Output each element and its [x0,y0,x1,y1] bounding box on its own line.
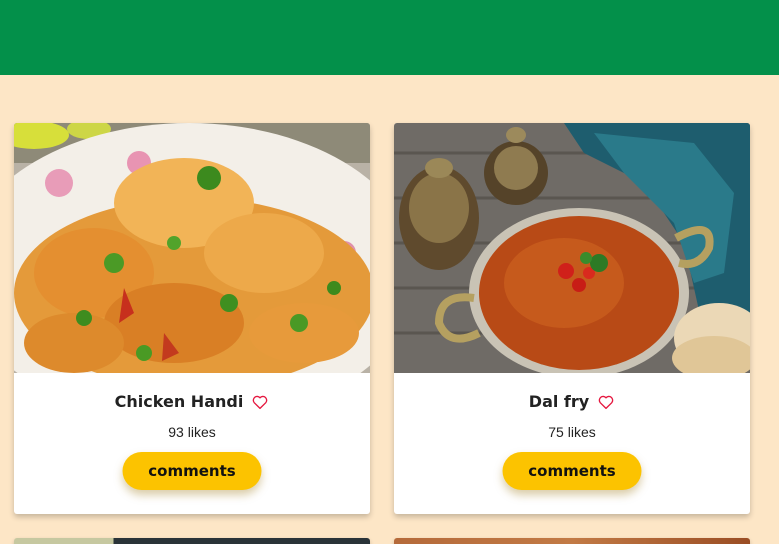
likes-count: 93 likes [168,424,216,440]
dal-fry-photo[interactable] [394,123,750,373]
recipe-title: Chicken Handi [114,392,244,411]
recipe-card-partial [14,538,370,544]
recipe-card: Dal fry 75 likes comments [394,123,750,514]
comments-button[interactable]: comments [122,452,262,490]
chicken-handi-photo[interactable] [14,123,370,373]
recipe-title: Dal fry [528,392,590,411]
card-title-row: Chicken Handi [14,392,370,411]
likes-count: 75 likes [548,424,596,440]
heart-outline-icon[interactable] [597,393,615,411]
heart-outline-icon[interactable] [251,393,269,411]
recipe-card: Chicken Handi 93 likes comments [14,123,370,514]
recipe-card-partial [394,538,750,544]
header-bar [0,0,779,75]
card-title-row: Dal fry [394,392,750,411]
comments-button[interactable]: comments [502,452,642,490]
